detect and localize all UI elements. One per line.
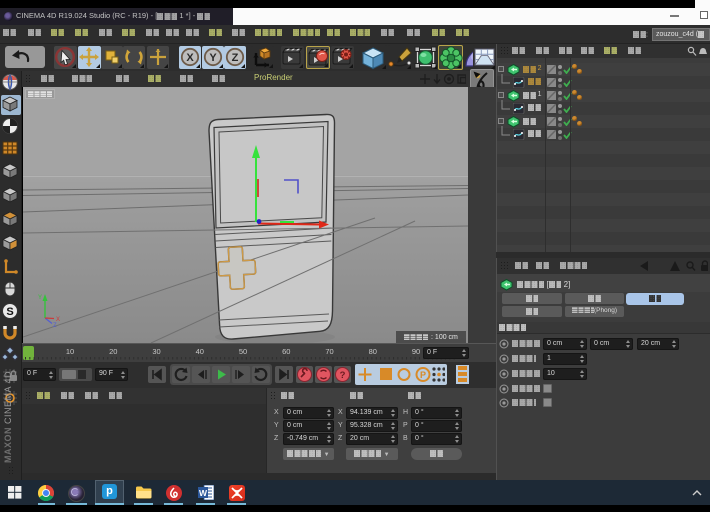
svg-text:P: P [420,370,426,380]
svg-text:Y: Y [209,52,217,64]
svg-text:Y: Y [38,295,42,301]
svg-text:S: S [6,306,13,318]
svg-text:W: W [199,488,208,498]
svg-text:X: X [186,52,194,64]
svg-text:?: ? [340,370,346,381]
svg-text:Z: Z [53,323,57,329]
svg-text:X: X [56,317,60,323]
svg-text:Z: Z [232,52,239,64]
